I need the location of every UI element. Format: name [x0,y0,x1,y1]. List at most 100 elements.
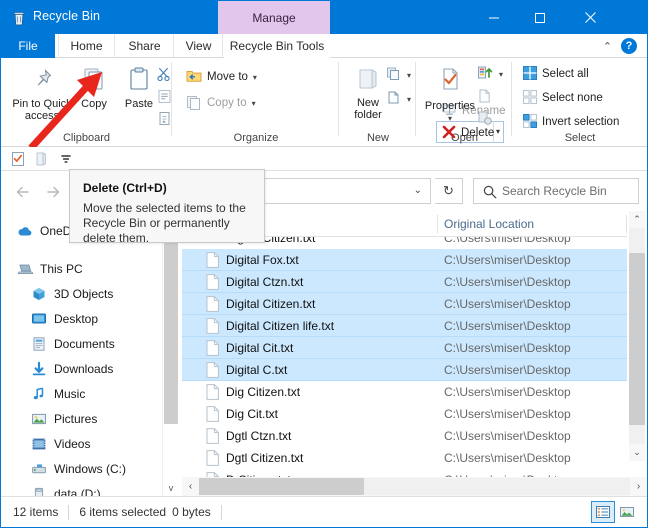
search-input[interactable]: Search Recycle Bin [473,178,639,204]
table-row[interactable]: Digital C.txt C:\Users\miser\Desktop [182,359,627,381]
new-item-button[interactable]: ▾ [385,65,411,85]
status-bar: 12 items 6 items selected 0 bytes [1,496,647,527]
pin-to-quick-access-button[interactable]: Pin to Quick access [9,65,75,122]
table-row[interactable]: Digital Ctzn.txt C:\Users\miser\Desktop [182,271,627,293]
qat-new-folder-icon[interactable] [33,151,49,167]
table-row[interactable]: Dig Cit.txt C:\Users\miser\Desktop [182,403,627,425]
new-item-caret-icon[interactable]: ▾ [407,71,411,80]
easy-access-button[interactable]: ▾ [385,89,411,109]
horizontal-scrollbar-thumb[interactable] [199,478,364,495]
copy-to-button[interactable]: Copy to ▾ [185,93,256,113]
tab-view[interactable]: View [175,34,223,58]
close-button[interactable] [565,1,615,34]
ribbon-group-new-label: New [366,132,389,144]
drive-icon [31,461,47,477]
restore-selected-items-button[interactable]: ▾ [476,64,503,84]
column-header-original-location[interactable]: Original Location [444,217,534,231]
paste-label: Paste [124,98,154,110]
contextual-tab-manage[interactable]: Manage [218,1,330,34]
move-to-button[interactable]: Move to ▾ [185,67,257,87]
sidebar-item-desktop[interactable]: Desktop [1,307,161,331]
back-button[interactable] [11,180,35,204]
file-name: Digital Citizen life.txt [226,319,335,333]
sidebar-item-downloads[interactable]: Downloads [1,357,161,381]
paste-icon [125,65,153,96]
new-item-icon [385,65,402,85]
sidebar-item-data-d[interactable]: data (D:) [1,482,161,496]
refresh-button[interactable]: ↻ [435,178,463,204]
scroll-left-button[interactable]: ‹ [182,478,199,495]
search-placeholder: Search Recycle Bin [502,184,607,198]
ribbon-group-new: New folder ▾ ▾ New [340,58,416,146]
edit-button[interactable] [476,87,494,107]
sidebar-item-this-pc-label: This PC [40,262,83,276]
select-all-button[interactable]: Select all [522,64,589,84]
sidebar-scrollbar-thumb[interactable] [164,239,178,424]
move-to-caret-icon[interactable]: ▾ [253,73,257,82]
table-row[interactable]: Digital Citizen life.txt C:\Users\miser\… [182,315,627,337]
copy-to-caret-icon[interactable]: ▾ [252,99,256,108]
select-none-button[interactable]: Select none [522,88,603,108]
search-icon [482,184,498,203]
properties-icon [435,65,465,98]
tab-recycle-bin-tools[interactable]: Recycle Bin Tools [224,34,330,58]
scroll-right-button[interactable]: › [630,478,647,495]
tab-share[interactable]: Share [116,34,174,58]
ribbon: Pin to Quick access Copy Paste Clipboard… [1,58,647,147]
maximize-button[interactable] [517,1,563,34]
easy-access-caret-icon[interactable]: ▾ [407,95,411,104]
collapse-ribbon-icon[interactable]: ⌃ [603,40,612,53]
file-original-location: C:\Users\miser\Desktop [444,451,571,465]
sidebar-scroll-down-button[interactable]: v [164,480,178,496]
file-list-vertical-scrollbar[interactable]: ⌃ ⌄ [627,211,647,477]
tab-home[interactable]: Home [58,34,115,58]
large-icons-view-button[interactable] [615,501,639,523]
tab-file[interactable]: File [1,34,55,58]
sidebar-item-this-pc[interactable]: This PC [1,257,161,281]
table-row[interactable]: Dgtl Ctzn.txt C:\Users\miser\Desktop [182,425,627,447]
select-none-icon [522,89,538,108]
qat-customize-caret-icon[interactable] [58,151,74,167]
sidebar-item-3d-objects[interactable]: 3D Objects [1,282,161,306]
paste-button[interactable]: Paste [117,65,161,110]
minimize-button[interactable] [471,1,517,34]
sidebar-item-windows-c[interactable]: Windows (C:) [1,457,161,481]
table-row[interactable]: D Citizen.txt C:\Users\miser\Desktop [182,469,627,477]
properties-button[interactable]: Properties ▾ [421,65,479,125]
new-folder-icon [353,66,383,95]
invert-selection-button[interactable]: Invert selection [522,112,619,132]
file-name: Digital Citizen.txt [226,297,316,311]
tab-strip-right: ⌃ ? [603,34,647,58]
sidebar-item-documents[interactable]: Documents [1,332,161,356]
copy-to-label: Copy to [207,97,247,109]
sidebar-scrollbar[interactable]: ^ v [162,211,178,496]
scroll-up-button[interactable]: ⌃ [629,211,645,228]
sidebar-item-music[interactable]: Music [1,382,161,406]
file-original-location: C:\Users\miser\Desktop [444,363,571,377]
table-row[interactable]: Digital Fox.txt C:\Users\miser\Desktop [182,249,627,271]
sidebar-item-pictures[interactable]: Pictures [1,407,161,431]
restore-caret-icon[interactable]: ▾ [499,70,503,79]
address-dropdown-caret-icon[interactable]: ⌄ [414,185,422,196]
table-row[interactable]: Dgtl Citizen.txt C:\Users\miser\Desktop [182,447,627,469]
help-icon[interactable]: ? [621,38,637,54]
table-row[interactable]: Dig Citizen.txt C:\Users\miser\Desktop [182,381,627,403]
file-original-location: C:\Users\miser\Desktop [444,237,571,245]
table-row[interactable]: Digital Cit.txt C:\Users\miser\Desktop [182,337,627,359]
forward-button[interactable] [41,180,65,204]
scroll-down-button[interactable]: ⌄ [629,444,645,461]
new-folder-button[interactable]: New folder [346,66,390,121]
qat-properties-icon[interactable] [10,151,26,167]
edit-icon [476,87,494,108]
tooltip-title: Delete (Ctrl+D) [83,181,167,195]
file-list-pane: Original Location Digital Citizen.txt C:… [182,211,647,496]
file-list-horizontal-scrollbar[interactable]: ‹ › [182,477,647,496]
delete-button-content[interactable]: Delete [441,123,494,143]
sidebar-item-videos[interactable]: Videos [1,432,161,456]
invert-selection-label: Invert selection [542,116,620,128]
sidebar-item-videos-label: Videos [54,437,91,451]
vertical-scrollbar-thumb[interactable] [629,253,645,425]
copy-button[interactable]: Copy [73,65,115,110]
details-view-button[interactable] [591,501,615,523]
table-row[interactable]: Digital Citizen.txt C:\Users\miser\Deskt… [182,293,627,315]
